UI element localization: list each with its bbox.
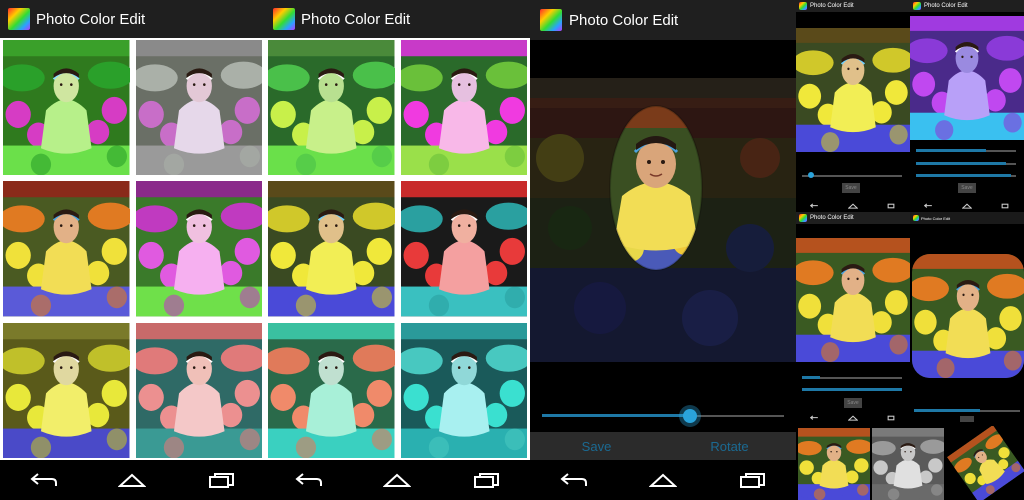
filter-thumbnail[interactable]	[3, 322, 130, 458]
nav-bar	[0, 460, 265, 500]
filter-thumbnail[interactable]	[268, 181, 395, 317]
nav-bar	[265, 460, 530, 500]
back-icon[interactable]	[810, 415, 820, 421]
app-icon	[540, 9, 562, 31]
home-icon[interactable]	[118, 472, 147, 488]
recents-icon[interactable]	[207, 472, 235, 488]
slider-rail	[802, 175, 902, 177]
slider-thumb[interactable]	[808, 172, 814, 178]
recents-icon[interactable]	[886, 415, 896, 421]
save-button[interactable]: Save	[530, 432, 663, 460]
mini-screen-c: Photo Color Edit Save	[796, 212, 910, 424]
back-icon[interactable]	[560, 472, 588, 488]
mini-save-button[interactable]: Save	[844, 398, 862, 408]
filter-thumbnail[interactable]	[135, 40, 262, 176]
recents-icon[interactable]	[472, 472, 500, 488]
app-title: Photo Color Edit	[924, 3, 968, 9]
app-title: Photo Color Edit	[36, 10, 146, 28]
edited-photo[interactable]	[530, 78, 796, 362]
slider-fill	[802, 376, 820, 379]
app-icon	[913, 2, 921, 10]
nav-bar	[796, 412, 910, 424]
mini-footer	[960, 416, 974, 422]
back-icon[interactable]	[295, 472, 323, 488]
action-bar: Photo Color Edit	[796, 0, 910, 12]
slider[interactable]	[542, 404, 784, 428]
filter-thumbnail[interactable]	[135, 322, 262, 458]
rotated-photo	[947, 426, 1024, 500]
app-title: Photo Color Edit	[301, 10, 411, 28]
slider-thumb[interactable]	[683, 409, 697, 423]
filter-thumbnail[interactable]	[400, 40, 527, 176]
mini-save-button[interactable]: Save	[842, 183, 860, 193]
bottom-photo-1	[798, 428, 870, 500]
nav-bar	[796, 200, 910, 212]
bottom-photo-2	[872, 428, 944, 500]
mini-screen-a: Photo Color Edit Save	[796, 0, 910, 212]
action-bar: Photo Color Edit	[265, 0, 530, 38]
app-icon	[799, 214, 807, 222]
slider-fill	[916, 149, 986, 152]
app-title: Photo Color Edit	[810, 3, 854, 9]
filter-thumbnail[interactable]	[3, 40, 130, 176]
home-icon[interactable]	[848, 415, 858, 421]
back-icon[interactable]	[810, 203, 820, 209]
action-bar: Photo Color Edit	[0, 0, 265, 38]
slider-fill	[916, 162, 1006, 165]
recents-icon[interactable]	[1000, 203, 1010, 209]
filter-thumbnail[interactable]	[268, 322, 395, 458]
action-bar: Photo Color Edit	[910, 212, 1024, 224]
filter-thumbnail[interactable]	[400, 322, 527, 458]
mini-photo	[910, 16, 1024, 140]
action-bar: Photo Color Edit	[910, 0, 1024, 12]
screen-filter-grid-1: Photo Color Edit	[0, 0, 265, 500]
filter-grid	[0, 38, 265, 460]
app-title: Photo Color Edit	[810, 215, 854, 221]
mini-screen-b: Photo Color Edit Save	[910, 0, 1024, 212]
filter-grid	[265, 38, 530, 460]
screen-vignette-editor: Photo Color Edit Save Rotate	[530, 0, 796, 500]
back-icon[interactable]	[30, 472, 58, 488]
mini-save-button[interactable]: Save	[958, 183, 976, 193]
screen-filter-grid-2: Photo Color Edit	[265, 0, 530, 500]
nav-bar	[910, 200, 1024, 212]
mini-photo	[796, 28, 910, 152]
app-title: Photo Color Edit	[569, 11, 679, 29]
filter-thumbnail[interactable]	[400, 181, 527, 317]
recents-icon[interactable]	[738, 472, 766, 488]
back-icon[interactable]	[924, 203, 934, 209]
filter-thumbnail[interactable]	[135, 181, 262, 317]
home-icon[interactable]	[848, 203, 858, 209]
slider-fill	[916, 174, 1011, 177]
app-icon	[8, 8, 30, 30]
home-icon[interactable]	[648, 472, 677, 488]
mini-photo	[796, 238, 910, 362]
slider-fill	[802, 388, 902, 391]
nav-bar	[530, 460, 796, 500]
mini-photo-rounded	[912, 254, 1024, 378]
app-icon	[799, 2, 807, 10]
action-bar: Photo Color Edit	[796, 212, 910, 224]
action-bar: Photo Color Edit	[530, 0, 796, 40]
app-icon	[273, 8, 295, 30]
app-icon	[913, 215, 919, 221]
filter-thumbnail[interactable]	[268, 40, 395, 176]
slider-fill	[914, 409, 980, 412]
filter-thumbnail[interactable]	[3, 181, 130, 317]
home-icon[interactable]	[383, 472, 412, 488]
bottom-photo-3-rotated	[946, 426, 1024, 500]
rotate-button[interactable]: Rotate	[663, 432, 796, 460]
recents-icon[interactable]	[886, 203, 896, 209]
slider-fill	[542, 414, 690, 417]
button-bar: Save Rotate	[530, 432, 796, 460]
mini-screen-d: Photo Color Edit	[910, 212, 1024, 424]
home-icon[interactable]	[962, 203, 972, 209]
app-title: Photo Color Edit	[921, 215, 951, 221]
